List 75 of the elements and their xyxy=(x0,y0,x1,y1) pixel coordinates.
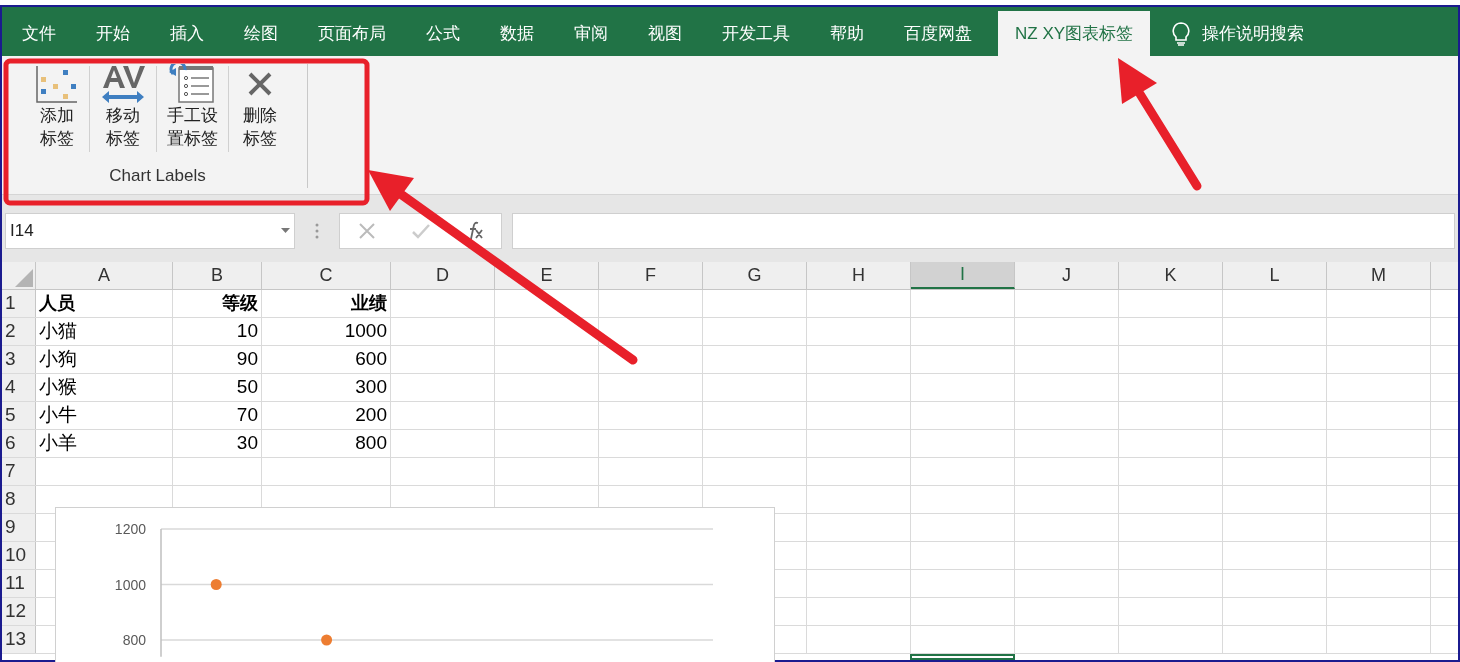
column-header[interactable]: B xyxy=(173,262,262,289)
formula-input[interactable] xyxy=(512,212,1455,249)
table-cell-text: 小猫 xyxy=(38,319,77,344)
menu-tab[interactable]: 文件 xyxy=(2,11,76,56)
menu-tab[interactable]: 开始 xyxy=(76,11,150,56)
ribbon-button[interactable]: 移动 标签 xyxy=(89,64,156,150)
tick-label: 1200 xyxy=(114,521,146,537)
row-header[interactable]: 4 xyxy=(2,374,36,401)
table-cell-text: 200 xyxy=(355,403,388,428)
row-header[interactable]: 2 xyxy=(2,318,36,345)
table-cell-text: 600 xyxy=(355,347,388,372)
row-header[interactable]: 5 xyxy=(2,402,36,429)
table-cell-text: 90 xyxy=(236,347,259,372)
row-header[interactable]: 3 xyxy=(2,346,36,373)
table-cell-text: 小狗 xyxy=(38,347,77,372)
ribbon-button[interactable]: 手工设 置标签 xyxy=(156,64,228,150)
row-header[interactable]: 13 xyxy=(2,626,36,653)
name-box[interactable]: I14 xyxy=(5,212,295,249)
row-header[interactable]: 8 xyxy=(2,486,36,513)
table-cell-text: 小羊 xyxy=(38,431,77,456)
tick-label: 1000 xyxy=(114,576,146,593)
row-header[interactable]: 6 xyxy=(2,430,36,457)
table-cell-text: 800 xyxy=(355,431,388,456)
table-cell-text: 小猴 xyxy=(38,375,77,400)
row-header[interactable]: 11 xyxy=(2,570,36,597)
column-header[interactable]: I xyxy=(911,262,1015,289)
caret-icon xyxy=(281,228,290,233)
dots-icon[interactable] xyxy=(315,222,319,239)
menu-tab[interactable]: 插入 xyxy=(150,11,224,56)
table-cell-text: 70 xyxy=(236,403,259,428)
close-icon xyxy=(246,71,273,97)
column-header[interactable]: K xyxy=(1119,262,1223,289)
menu-tab[interactable]: 帮助 xyxy=(810,11,884,56)
column-header[interactable]: E xyxy=(495,262,599,289)
menu-tab[interactable]: 审阅 xyxy=(554,11,628,56)
select-all-icon[interactable] xyxy=(15,269,33,287)
ribbon-button[interactable]: 添加 标签 xyxy=(24,64,89,150)
menu-tab[interactable]: 视图 xyxy=(628,11,702,56)
menu-tab[interactable]: 页面布局 xyxy=(298,11,406,56)
ribbon-button[interactable]: 删除 标签 xyxy=(228,64,291,150)
row-header[interactable]: 9 xyxy=(2,514,36,541)
row-header[interactable]: 7 xyxy=(2,458,36,485)
cancel-icon[interactable] xyxy=(357,221,376,240)
menu-tab[interactable]: 百度网盘 xyxy=(884,11,992,56)
tick-label: 800 xyxy=(122,632,146,648)
table-cell-text: 300 xyxy=(355,375,388,400)
column-header[interactable]: M xyxy=(1327,262,1431,289)
column-header[interactable]: A xyxy=(36,262,173,289)
menu-tab[interactable]: 开发工具 xyxy=(702,11,810,56)
column-header[interactable]: J xyxy=(1015,262,1119,289)
table-cell-text: 30 xyxy=(236,431,259,456)
table-cell-text: 等级 xyxy=(222,292,259,315)
column-header[interactable]: C xyxy=(262,262,391,289)
group-label: Chart Labels xyxy=(109,164,206,187)
table-cell-text: 1000 xyxy=(344,319,388,344)
list-undo-icon xyxy=(169,64,215,104)
column-header[interactable]: G xyxy=(703,262,807,289)
column-header[interactable]: D xyxy=(391,262,495,289)
column-header[interactable]: L xyxy=(1223,262,1327,289)
table-cell-text: 人员 xyxy=(38,292,75,315)
scatter-icon xyxy=(34,64,79,104)
table-cell-text: 50 xyxy=(236,375,259,400)
row-header[interactable]: 12 xyxy=(2,598,36,625)
table-cell-text: 10 xyxy=(236,319,259,344)
table-cell-text: 业绩 xyxy=(351,292,388,315)
row-header[interactable]: 10 xyxy=(2,542,36,569)
column-header[interactable]: F xyxy=(599,262,703,289)
menu-tab[interactable]: 绘图 xyxy=(224,11,298,56)
row-header[interactable]: 1 xyxy=(2,290,36,317)
table-cell-text: 小牛 xyxy=(38,403,77,428)
search-hint[interactable]: 操作说明搜索 xyxy=(1202,20,1305,47)
lightbulb-icon[interactable] xyxy=(1172,21,1191,46)
menu-tab[interactable]: NZ XY图表标签 xyxy=(998,11,1151,56)
menu-tab[interactable]: 公式 xyxy=(406,11,480,56)
menu-tab[interactable]: 数据 xyxy=(480,11,554,56)
